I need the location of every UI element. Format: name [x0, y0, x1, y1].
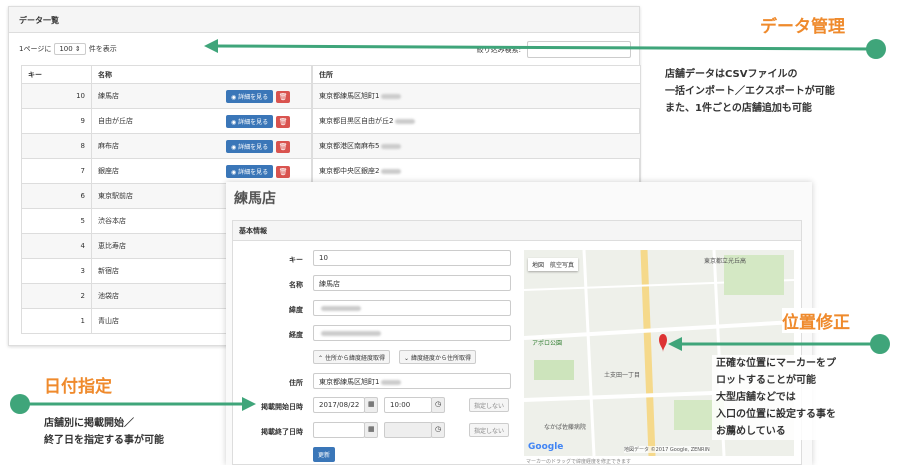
end-date-field[interactable] — [313, 422, 365, 438]
longitude-label: 経度 — [289, 331, 303, 339]
row-key: 1 — [21, 308, 92, 334]
end-unset-button[interactable]: 指定しない — [469, 423, 510, 437]
calendar-icon[interactable]: ▦ — [364, 422, 378, 438]
col-address-header[interactable]: 住所 — [312, 65, 641, 84]
address-label: 住所 — [289, 379, 303, 387]
list-title: データ一覧 — [9, 7, 639, 33]
latitude-label: 緯度 — [289, 306, 303, 314]
col-key-header[interactable]: キー — [21, 65, 92, 84]
date-setting-text: 店舗別に掲載開始／ 終了日を指定する事が可能 — [44, 418, 164, 446]
row-key: 7 — [21, 158, 92, 184]
row-key: 9 — [21, 108, 92, 134]
view-detail-button[interactable]: ◉ 詳細を見る — [226, 115, 274, 128]
row-key: 10 — [21, 83, 92, 109]
view-detail-button[interactable]: ◉ 詳細を見る — [226, 165, 274, 178]
trash-icon[interactable]: 🗑 — [276, 91, 291, 103]
trash-icon[interactable]: 🗑 — [276, 116, 291, 128]
per-page-suffix: 件を表示 — [88, 45, 117, 53]
latitude-field[interactable] — [313, 300, 511, 316]
key-field[interactable]: 10 — [313, 250, 511, 266]
map-label-park: アポロ公園 — [532, 340, 563, 347]
end-time-field[interactable] — [384, 422, 432, 438]
clock-icon[interactable]: ◷ — [431, 397, 445, 413]
position-fix-arrow — [668, 334, 890, 354]
map-label-hospital: なかぱ佐藤病院 — [544, 424, 587, 431]
start-date-field[interactable]: 2017/08/22 — [313, 397, 365, 413]
row-key: 5 — [21, 208, 92, 234]
store-title: 練馬店 — [234, 191, 276, 207]
google-logo: Google — [528, 442, 564, 452]
longitude-field[interactable] — [313, 325, 511, 341]
address-to-geo-button[interactable]: ⌃ 住所から緯度経度取得 — [313, 350, 390, 364]
data-management-arrow — [204, 39, 886, 59]
date-setting-arrow — [10, 394, 256, 414]
row-actions: ◉ 詳細を見る 🗑 — [226, 83, 313, 109]
map-type-tabs[interactable]: 地図 航空写真 — [528, 258, 579, 271]
per-page-prefix: 1ページに — [19, 45, 52, 53]
name-field[interactable]: 練馬店 — [313, 275, 511, 291]
map-caption: マーカーのドラッグで緯度経度を修正できます — [526, 459, 632, 465]
geo-to-address-button[interactable]: ⌄ 緯度経度から住所取得 — [399, 350, 476, 364]
row-key: 3 — [21, 258, 92, 284]
map-credit: 地図データ ©2017 Google, ZENRIN — [624, 446, 710, 453]
row-actions: ◉ 詳細を見る 🗑 — [226, 158, 313, 184]
map-label-town: 土支田一丁目 — [604, 372, 641, 379]
row-address: 東京都中央区銀座2 — [312, 158, 641, 184]
start-time-field[interactable]: 10:00 — [384, 397, 432, 413]
name-label: 名称 — [289, 281, 303, 289]
trash-icon[interactable]: 🗑 — [276, 141, 291, 153]
position-fix-text: 正確な位置にマーカーをプ ロットすることが可能 大型店舗などでは 入口の位置に設… — [712, 355, 840, 440]
col-name-header[interactable]: 名称 — [91, 65, 312, 84]
row-key: 8 — [21, 133, 92, 159]
update-button[interactable]: 更新 — [313, 447, 336, 462]
row-address: 東京都港区南麻布5 — [312, 133, 641, 159]
row-key: 4 — [21, 233, 92, 259]
end-date-label: 掲載終了日時 — [261, 428, 303, 436]
table-row: 8 麻布店 ◉ 詳細を見る 🗑 東京都港区南麻布5 — [21, 133, 641, 159]
key-label: キー — [289, 256, 303, 264]
address-field[interactable]: 東京都練馬区旭町1 — [313, 373, 511, 389]
clock-icon[interactable]: ◷ — [431, 422, 445, 438]
table-row: 10 練馬店 ◉ 詳細を見る 🗑 東京都練馬区旭町1 — [21, 83, 641, 109]
row-address: 東京都目黒区自由が丘2 — [312, 108, 641, 134]
calendar-icon[interactable]: ▦ — [364, 397, 378, 413]
trash-icon[interactable]: 🗑 — [276, 166, 291, 178]
table-row: 9 自由が丘店 ◉ 詳細を見る 🗑 東京都目黒区自由が丘2 — [21, 108, 641, 134]
per-page-select[interactable]: 100 ⇕ — [54, 43, 86, 55]
basic-info-heading: 基本情報 — [233, 221, 801, 241]
per-page-control: 1ページに 100 ⇕ 件を表示 — [19, 41, 117, 57]
row-key: 2 — [21, 283, 92, 309]
data-management-title: データ管理 — [760, 17, 845, 37]
position-fix-title: 位置修正 — [782, 308, 850, 333]
row-key: 6 — [21, 183, 92, 209]
table-row: 7 銀座店 ◉ 詳細を見る 🗑 東京都中央区銀座2 — [21, 158, 641, 184]
start-unset-button[interactable]: 指定しない — [469, 398, 510, 412]
row-address: 東京都練馬区旭町1 — [312, 83, 641, 109]
map-label-school: 東京都立光丘高 — [704, 258, 747, 265]
row-actions: ◉ 詳細を見る 🗑 — [226, 133, 313, 159]
row-actions: ◉ 詳細を見る 🗑 — [226, 108, 313, 134]
view-detail-button[interactable]: ◉ 詳細を見る — [226, 90, 274, 103]
data-management-text: 店舗データはCSVファイルの 一括インポート／エクスポートが可能 また、1件ごと… — [665, 69, 835, 114]
view-detail-button[interactable]: ◉ 詳細を見る — [226, 140, 274, 153]
